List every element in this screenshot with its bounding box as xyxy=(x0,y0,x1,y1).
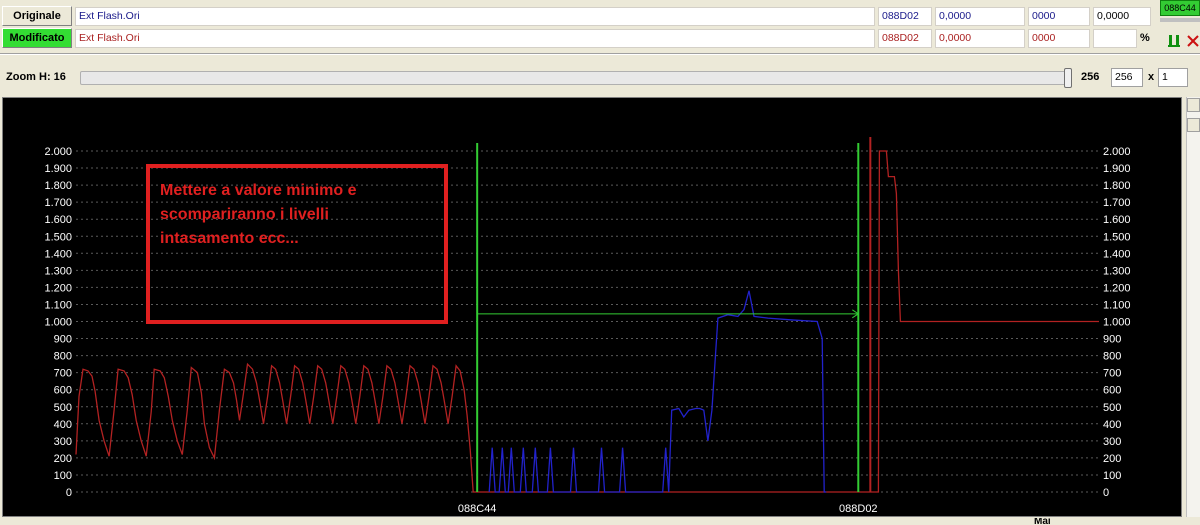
scroll-thumb[interactable] xyxy=(1187,118,1200,132)
y-tick-left: 1.400 xyxy=(44,248,72,260)
y-tick-right: 200 xyxy=(1103,453,1121,465)
modificato-button[interactable]: Modificato xyxy=(2,28,72,48)
x-tick-label: 088D02 xyxy=(839,503,878,515)
y-tick-left: 1.300 xyxy=(44,265,72,277)
modificato-address-field[interactable]: 088D02 xyxy=(878,29,932,48)
y-tick-left: 100 xyxy=(54,470,72,482)
percent-symbol: % xyxy=(1140,32,1150,44)
y-tick-right: 800 xyxy=(1103,351,1121,363)
y-tick-right: 1.000 xyxy=(1103,317,1131,329)
y-tick-left: 1.700 xyxy=(44,197,72,209)
y-tick-left: 1.100 xyxy=(44,299,72,311)
annotation-line-3: intasamento ecc... xyxy=(160,230,299,247)
y-tick-left: 500 xyxy=(54,402,72,414)
series-line xyxy=(488,290,827,493)
zoom-slider-thumb[interactable] xyxy=(1064,68,1072,88)
y-tick-right: 2.000 xyxy=(1103,146,1131,158)
toolbar-separator xyxy=(0,53,1200,55)
y-tick-right: 1.600 xyxy=(1103,214,1131,226)
y-tick-right: 600 xyxy=(1103,385,1121,397)
y-tick-left: 0 xyxy=(66,487,72,499)
modificato-value-a-field[interactable]: 0,0000 xyxy=(935,29,1025,48)
y-tick-left: 1.000 xyxy=(44,317,72,329)
annotation-line-2: scompariranno i livelli xyxy=(160,206,329,223)
address-badge: 088C44 xyxy=(1160,0,1200,16)
y-tick-left: 600 xyxy=(54,385,72,397)
y-tick-left: 1.500 xyxy=(44,231,72,243)
originale-value-c-field[interactable]: 0,0000 xyxy=(1093,7,1151,26)
modificato-value-b-field[interactable]: 0000 xyxy=(1028,29,1090,48)
zoom-width-input[interactable]: 256 xyxy=(1111,68,1143,87)
y-tick-right: 900 xyxy=(1103,334,1121,346)
originale-button[interactable]: Originale xyxy=(2,6,72,26)
x-tick-label: 088C44 xyxy=(458,503,497,515)
y-tick-right: 1.300 xyxy=(1103,265,1131,277)
y-tick-left: 700 xyxy=(54,368,72,380)
vertical-scrollbar[interactable] xyxy=(1186,97,1200,517)
y-tick-right: 500 xyxy=(1103,402,1121,414)
y-tick-right: 1.100 xyxy=(1103,299,1131,311)
y-tick-right: 1.900 xyxy=(1103,163,1131,175)
y-tick-left: 1.600 xyxy=(44,214,72,226)
annotation-box: Mettere a valore minimo e scompariranno … xyxy=(146,164,448,324)
y-tick-right: 400 xyxy=(1103,419,1121,431)
zoom-slider-track[interactable] xyxy=(80,71,1072,85)
y-tick-left: 200 xyxy=(54,453,72,465)
y-tick-right: 1.200 xyxy=(1103,282,1131,294)
y-tick-right: 0 xyxy=(1103,487,1109,499)
scroll-up-arrow[interactable] xyxy=(1187,98,1200,112)
originale-value-b-field[interactable]: 0000 xyxy=(1028,7,1090,26)
y-tick-left: 1.900 xyxy=(44,163,72,175)
y-tick-left: 300 xyxy=(54,436,72,448)
zoom-multiplier-input[interactable]: 1 xyxy=(1158,68,1188,87)
y-tick-right: 700 xyxy=(1103,368,1121,380)
originale-address-field[interactable]: 088D02 xyxy=(878,7,932,26)
zoom-label: Zoom H: 16 xyxy=(6,71,66,83)
annotation-line-1: Mettere a valore minimo e xyxy=(160,182,357,199)
y-tick-right: 1.700 xyxy=(1103,197,1131,209)
y-tick-left: 2.000 xyxy=(44,146,72,158)
y-tick-left: 1.800 xyxy=(44,180,72,192)
y-tick-left: 900 xyxy=(54,334,72,346)
y-tick-left: 800 xyxy=(54,351,72,363)
top-right-strip xyxy=(1160,18,1200,22)
pause-icon[interactable] xyxy=(1166,32,1182,48)
close-icon[interactable] xyxy=(1186,32,1200,48)
y-tick-left: 400 xyxy=(54,419,72,431)
y-tick-left: 1.200 xyxy=(44,282,72,294)
y-tick-right: 1.400 xyxy=(1103,248,1131,260)
y-tick-right: 1.800 xyxy=(1103,180,1131,192)
y-tick-right: 1.500 xyxy=(1103,231,1131,243)
modificato-file-field[interactable]: Ext Flash.Ori xyxy=(75,29,875,48)
y-tick-right: 100 xyxy=(1103,470,1121,482)
originale-value-a-field[interactable]: 0,0000 xyxy=(935,7,1025,26)
zoom-times-label: x xyxy=(1148,71,1155,83)
modificato-percent-field[interactable] xyxy=(1093,29,1137,48)
zoom-value-label: 256 xyxy=(1081,71,1100,83)
y-tick-right: 300 xyxy=(1103,436,1121,448)
originale-file-field[interactable]: Ext Flash.Ori xyxy=(75,7,875,26)
bottom-partial-text: Mai xyxy=(1034,518,1051,525)
